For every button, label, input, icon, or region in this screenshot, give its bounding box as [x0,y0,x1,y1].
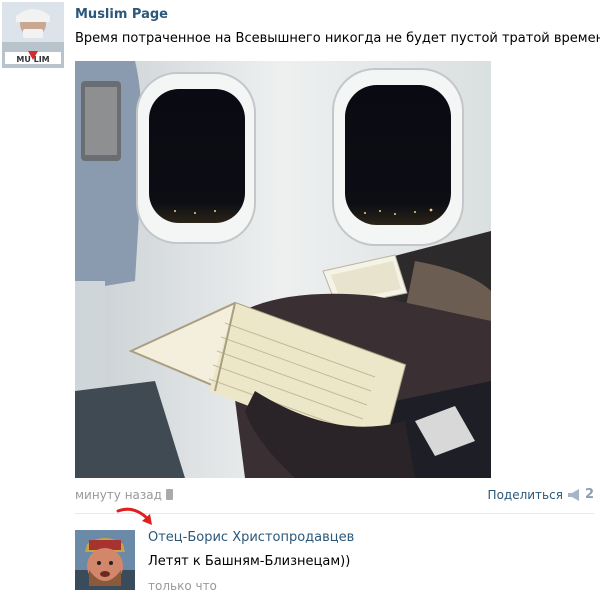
share-count: 2 [584,487,594,502]
post-time-text: минуту назад [75,488,162,502]
post-photo[interactable] [75,61,491,478]
post-text: Время потраченное на Всевышнего никогда … [75,31,600,46]
comment-timestamp[interactable]: только что [148,579,217,593]
commenter-photo [75,530,135,590]
post-author-link[interactable]: Muslim Page [75,7,168,22]
red-arrow-icon [116,507,152,525]
megaphone-icon [567,488,579,501]
avatar-image: MU LIM [2,2,64,68]
comment-avatar[interactable] [75,530,135,590]
mobile-phone-icon [165,489,173,500]
post-avatar[interactable]: MU LIM [2,2,64,68]
post-timestamp[interactable]: минуту назад [75,488,173,502]
comment-author-link[interactable]: Отец-Борис Христопродавцев [148,530,354,545]
share-button[interactable]: Поделиться 2 [488,487,594,502]
share-label: Поделиться [487,487,563,502]
comment-text: Летят к Башням-Близнецам)) [148,554,351,569]
